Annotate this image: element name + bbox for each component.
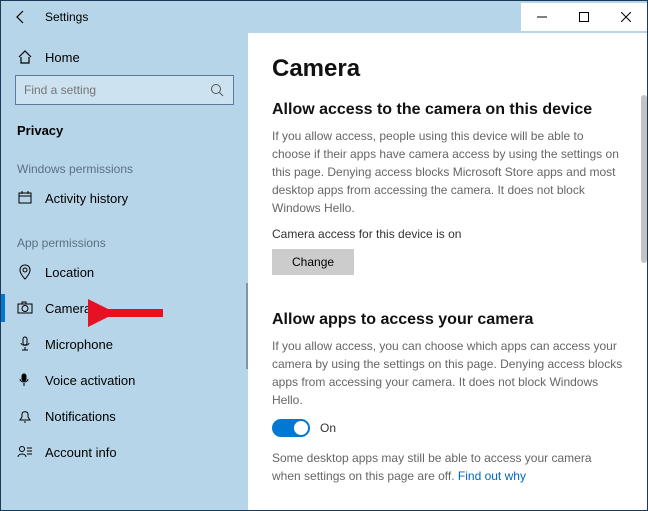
sidebar-item-label: Location bbox=[45, 265, 94, 280]
sidebar-item-account-info[interactable]: Account info bbox=[1, 434, 248, 470]
voice-icon bbox=[17, 372, 33, 388]
sidebar-item-label: Microphone bbox=[45, 337, 113, 352]
sidebar-item-microphone[interactable]: Microphone bbox=[1, 326, 248, 362]
page-title: Camera bbox=[272, 55, 623, 83]
home-label: Home bbox=[45, 50, 80, 65]
sidebar-item-voice-activation[interactable]: Voice activation bbox=[1, 362, 248, 398]
sidebar-item-camera[interactable]: Camera bbox=[1, 290, 248, 326]
back-button[interactable] bbox=[1, 9, 41, 25]
camera-icon bbox=[17, 300, 33, 316]
sidebar-item-notifications[interactable]: Notifications bbox=[1, 398, 248, 434]
apps-access-toggle[interactable] bbox=[272, 419, 310, 437]
find-out-why-link[interactable]: Find out why bbox=[458, 469, 526, 483]
sidebar-item-location[interactable]: Location bbox=[1, 254, 248, 290]
section1-body: If you allow access, people using this d… bbox=[272, 127, 623, 217]
minimize-icon bbox=[537, 12, 547, 22]
sidebar-item-label: Account info bbox=[45, 445, 117, 460]
close-icon bbox=[621, 12, 631, 22]
sidebar-item-label: Activity history bbox=[45, 191, 128, 206]
change-button[interactable]: Change bbox=[272, 249, 354, 275]
section-app-permissions: App permissions bbox=[1, 230, 248, 254]
maximize-icon bbox=[579, 12, 589, 22]
section2-note: Some desktop apps may still be able to a… bbox=[272, 449, 623, 485]
camera-access-status: Camera access for this device is on bbox=[272, 227, 623, 241]
arrow-left-icon bbox=[13, 9, 29, 25]
account-icon bbox=[17, 444, 33, 460]
search-icon bbox=[209, 82, 225, 98]
section-windows-permissions: Windows permissions bbox=[1, 156, 248, 180]
history-icon bbox=[17, 190, 33, 206]
window-title: Settings bbox=[41, 10, 88, 24]
maximize-button[interactable] bbox=[563, 3, 605, 31]
section2-title: Allow apps to access your camera bbox=[272, 311, 623, 329]
sidebar-home[interactable]: Home bbox=[1, 41, 248, 75]
content-pane: Camera Allow access to the camera on thi… bbox=[248, 33, 647, 510]
notifications-icon bbox=[17, 408, 33, 424]
location-icon bbox=[17, 264, 33, 280]
sidebar: Home Privacy Windows permissions Activit… bbox=[1, 33, 248, 510]
toggle-state-label: On bbox=[320, 421, 336, 435]
search-input[interactable] bbox=[24, 83, 209, 97]
section1-title: Allow access to the camera on this devic… bbox=[272, 101, 623, 119]
sidebar-item-label: Camera bbox=[45, 301, 91, 316]
sidebar-item-activity-history[interactable]: Activity history bbox=[1, 180, 248, 216]
microphone-icon bbox=[17, 336, 33, 352]
sidebar-item-label: Voice activation bbox=[45, 373, 135, 388]
category-label: Privacy bbox=[1, 117, 248, 156]
minimize-button[interactable] bbox=[521, 3, 563, 31]
section2-body: If you allow access, you can choose whic… bbox=[272, 337, 623, 409]
close-button[interactable] bbox=[605, 3, 647, 31]
content-scrollbar[interactable] bbox=[641, 95, 647, 263]
sidebar-item-label: Notifications bbox=[45, 409, 116, 424]
home-icon bbox=[17, 49, 33, 65]
search-input-wrap[interactable] bbox=[15, 75, 234, 105]
